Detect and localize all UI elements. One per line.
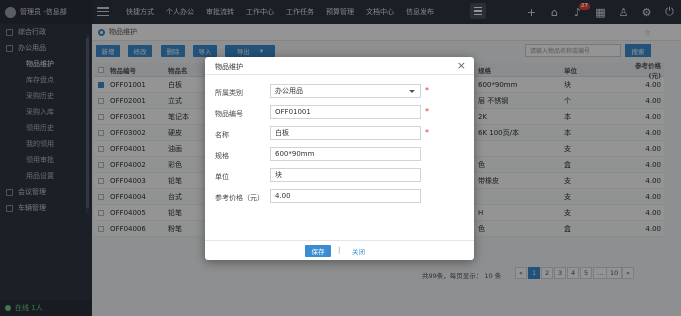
spec-input[interactable]: 600*90mm	[270, 147, 421, 161]
save-button[interactable]: 保存	[305, 245, 331, 257]
required-mark: *	[425, 128, 429, 137]
code-label: 物品编号	[215, 110, 243, 118]
item-dialog: 物品维护 × 所属类别 办公用品 * 物品编号 OFF01001 * 名称 白板…	[205, 57, 474, 260]
close-icon[interactable]: ×	[457, 59, 466, 72]
name-input[interactable]: 白板	[270, 126, 421, 140]
required-mark: *	[425, 86, 429, 95]
price-label: 参考价格（元）	[215, 194, 264, 202]
footer-separator: |	[338, 246, 341, 254]
dialog-title: 物品维护	[215, 63, 243, 71]
unit-input[interactable]: 块	[270, 168, 421, 182]
category-value: 办公用品	[275, 87, 303, 95]
dialog-divider	[205, 74, 474, 75]
category-select[interactable]: 办公用品	[270, 84, 421, 98]
price-input[interactable]: 4.00	[270, 189, 421, 203]
required-mark: *	[425, 107, 429, 116]
dialog-footer-divider	[205, 240, 474, 241]
unit-label: 单位	[215, 173, 229, 181]
spec-label: 规格	[215, 152, 229, 160]
chevron-down-icon	[409, 90, 415, 93]
category-label: 所属类别	[215, 89, 243, 97]
name-label: 名称	[215, 131, 229, 139]
code-input[interactable]: OFF01001	[270, 105, 421, 119]
close-button[interactable]: 关闭	[352, 246, 365, 256]
